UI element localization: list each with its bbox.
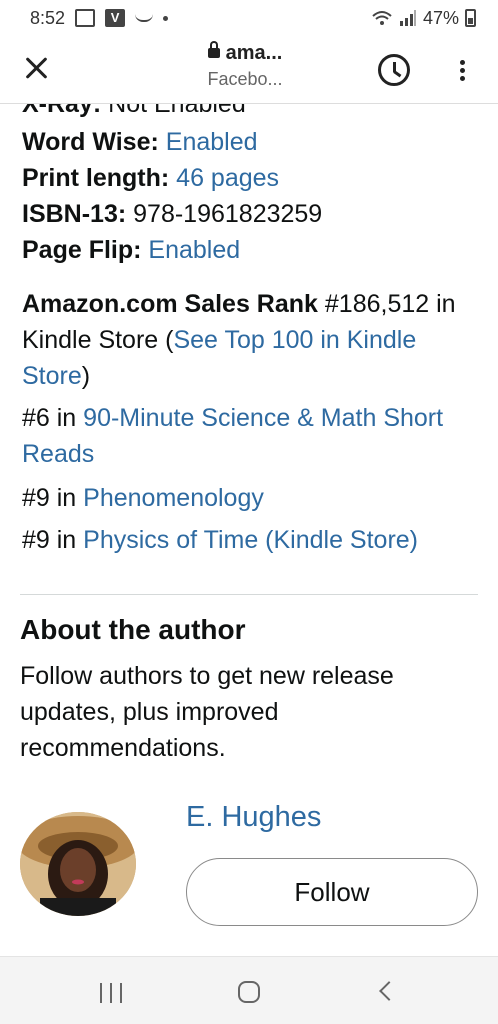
detail-xray: X-Ray: Not Enabled	[22, 104, 246, 122]
isbn-value: 978-1961823259	[133, 200, 323, 228]
recent-apps-icon[interactable]	[100, 983, 122, 1003]
author-name-link[interactable]: E. Hughes	[186, 801, 321, 834]
word-wise-label: Word Wise:	[22, 128, 159, 156]
follow-button[interactable]: Follow	[186, 858, 478, 926]
xray-value: Not Enabled	[108, 104, 246, 118]
word-wise-link[interactable]: Enabled	[166, 128, 258, 156]
category-link[interactable]: Physics of Time (Kindle Store)	[83, 526, 418, 554]
page-flip-label: Page Flip:	[22, 236, 142, 264]
category-rank: #9 in	[22, 484, 77, 512]
menu-dot	[459, 60, 465, 65]
sales-rank-value: #186,512	[324, 290, 430, 318]
page-title: Facebo...	[207, 69, 283, 89]
about-author-heading: About the author	[20, 614, 246, 645]
close-paren: )	[81, 362, 91, 390]
history-icon[interactable]	[378, 54, 410, 86]
gallery-icon	[75, 9, 96, 27]
signal-icon	[399, 10, 416, 26]
about-author-description: Follow authors to get new release update…	[20, 662, 394, 762]
lock-icon	[207, 41, 220, 58]
author-photo-icon	[20, 812, 136, 916]
sales-rank-label: Amazon.com Sales Rank	[22, 290, 318, 318]
detail-print-length: Print length: 46 pages	[22, 160, 279, 196]
overflow-menu-button[interactable]	[452, 60, 472, 84]
category-rank-item: #6 in 90-Minute Science & Math Short Rea…	[22, 400, 482, 472]
isbn-label: ISBN-13:	[22, 200, 127, 228]
url-area[interactable]: ama... Facebo...	[180, 41, 310, 90]
system-nav-bar	[0, 956, 498, 1024]
back-icon[interactable]	[379, 981, 399, 1001]
url-domain: ama...	[225, 42, 283, 64]
page-content: X-Ray: Not Enabled Word Wise: Enabled Pr…	[0, 104, 498, 956]
close-tab-button[interactable]	[20, 52, 54, 86]
url-domain-line: ama...	[180, 41, 310, 65]
status-time: 8:52	[30, 7, 66, 28]
category-link[interactable]: Phenomenology	[83, 484, 264, 512]
notification-dot-icon	[163, 15, 169, 21]
menu-dot	[459, 76, 465, 81]
status-bar: 8:52 V 47%	[0, 0, 498, 36]
author-avatar[interactable]	[20, 812, 136, 916]
category-rank: #9 in	[22, 526, 77, 554]
browser-toolbar: ama... Facebo...	[0, 36, 498, 104]
category-link[interactable]: 90-Minute Science & Math Short Reads	[22, 404, 443, 468]
wifi-icon	[372, 11, 392, 25]
xray-label: X-Ray:	[22, 104, 102, 118]
print-length-link[interactable]: 46 pages	[176, 164, 279, 192]
page-flip-link[interactable]: Enabled	[148, 236, 240, 264]
detail-page-flip: Page Flip: Enabled	[22, 232, 240, 268]
category-rank: #6 in	[22, 404, 77, 432]
battery-icon	[465, 9, 476, 27]
home-icon[interactable]	[238, 981, 260, 1003]
category-rank-item: #9 in Phenomenology	[22, 480, 482, 516]
print-length-label: Print length:	[22, 164, 170, 192]
detail-word-wise: Word Wise: Enabled	[22, 124, 258, 160]
detail-isbn: ISBN-13: 978-1961823259	[22, 196, 322, 232]
status-right: 47%	[371, 8, 476, 29]
amazon-smile-icon	[135, 14, 154, 22]
menu-dot	[459, 68, 465, 73]
battery-percent: 47%	[422, 7, 459, 28]
section-divider	[20, 594, 478, 595]
status-left: 8:52 V	[30, 7, 169, 29]
sales-rank: Amazon.com Sales Rank #186,512 in Kindle…	[22, 286, 482, 394]
app-v-icon: V	[105, 9, 126, 27]
category-rank-item: #9 in Physics of Time (Kindle Store)	[22, 522, 492, 558]
